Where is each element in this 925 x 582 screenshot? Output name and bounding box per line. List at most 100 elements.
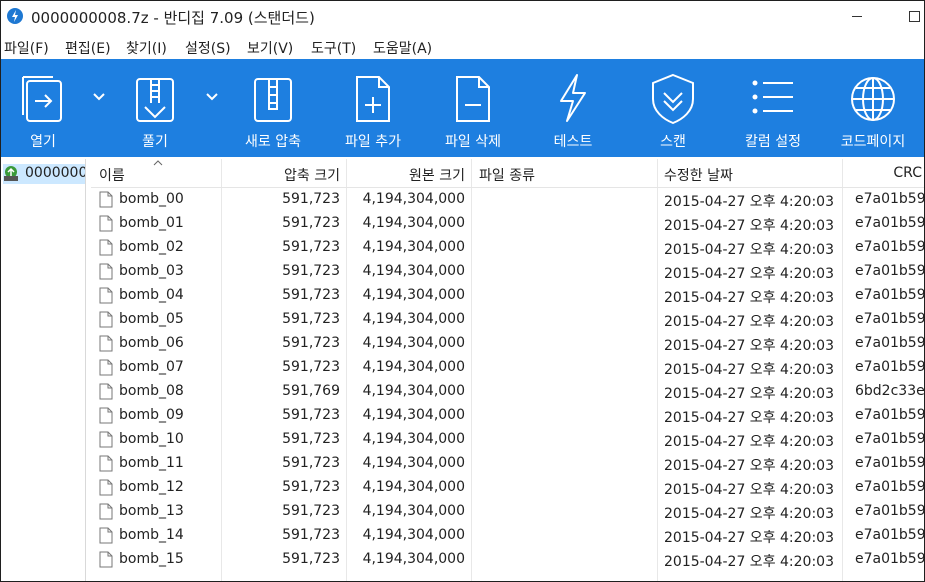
file-original-size: 4,194,304,000: [362, 431, 465, 447]
file-original-size: 4,194,304,000: [362, 503, 465, 519]
file-original-size: 4,194,304,000: [362, 383, 465, 399]
add-file-icon: [356, 76, 390, 122]
delete-file-label: 파일 삭제: [445, 134, 501, 150]
table-row[interactable]: bomb_08 591,769 4,194,304,000 2015-04-27 오후…: [91, 380, 924, 404]
title-bar: 0000000008.7z - 반디집 7.09 (스탠더드): [1, 1, 924, 33]
menu-edit[interactable]: 편집(E): [65, 38, 111, 58]
file-crc: e7a01b59: [855, 191, 924, 207]
file-original-size: 4,194,304,000: [362, 215, 465, 231]
file-crc: e7a01b59: [855, 287, 924, 303]
file-crc: e7a01b59: [855, 551, 924, 567]
minimize-button[interactable]: [837, 1, 877, 33]
window-title: 0000000008.7z - 반디집 7.09 (스탠더드): [31, 9, 315, 27]
file-crc: 6bd2c33e: [855, 383, 924, 399]
codepage-label: 코드페이지: [840, 134, 906, 150]
chevron-down-icon[interactable]: [206, 93, 218, 101]
table-row[interactable]: bomb_12 591,723 4,194,304,000 2015-04-27 오후…: [91, 476, 924, 500]
table-row[interactable]: bomb_06 591,723 4,194,304,000 2015-04-27 오후…: [91, 332, 924, 356]
file-crc: e7a01b59: [855, 359, 924, 375]
tree-item-label: 00000000: [25, 165, 85, 181]
open-button[interactable]: 열기: [1, 59, 85, 157]
table-row[interactable]: bomb_15 591,723 4,194,304,000 2015-04-27 오후…: [91, 548, 924, 572]
menu-help[interactable]: 도움말(A): [373, 38, 432, 58]
file-crc: e7a01b59: [855, 263, 924, 279]
file-modified-date: 2015-04-27 오후 4:20:03: [664, 482, 834, 498]
file-crc: e7a01b59: [855, 479, 924, 495]
column-settings-button[interactable]: 칼럼 설정: [729, 59, 817, 157]
file-modified-date: 2015-04-27 오후 4:20:03: [664, 242, 834, 258]
file-crc: e7a01b59: [855, 407, 924, 423]
file-original-size: 4,194,304,000: [362, 311, 465, 327]
file-modified-date: 2015-04-27 오후 4:20:03: [664, 194, 834, 210]
file-modified-date: 2015-04-27 오후 4:20:03: [664, 290, 834, 306]
maximize-button[interactable]: [881, 1, 921, 33]
file-original-size: 4,194,304,000: [362, 527, 465, 543]
table-row[interactable]: bomb_13 591,723 4,194,304,000 2015-04-27 오후…: [91, 500, 924, 524]
file-original-size: 4,194,304,000: [362, 287, 465, 303]
table-row[interactable]: bomb_10 591,723 4,194,304,000 2015-04-27 오후…: [91, 428, 924, 452]
file-crc: e7a01b59: [855, 503, 924, 519]
column-header-crc[interactable]: CRC: [91, 165, 922, 181]
table-row[interactable]: bomb_00 591,723 4,194,304,000 2015-04-27 오후…: [91, 188, 924, 212]
add-file-label: 파일 추가: [345, 134, 401, 150]
table-row[interactable]: bomb_07 591,723 4,194,304,000 2015-04-27 오후…: [91, 356, 924, 380]
file-modified-date: 2015-04-27 오후 4:20:03: [664, 506, 834, 522]
table-row[interactable]: bomb_05 591,723 4,194,304,000 2015-04-27 오후…: [91, 308, 924, 332]
file-original-size: 4,194,304,000: [362, 239, 465, 255]
column-settings-label: 칼럼 설정: [745, 134, 801, 150]
add-file-button[interactable]: 파일 추가: [329, 59, 417, 157]
scan-button[interactable]: 스캔: [629, 59, 717, 157]
tree-item-root[interactable]: 00000000: [3, 164, 85, 184]
delete-file-button[interactable]: 파일 삭제: [429, 59, 517, 157]
menu-settings[interactable]: 설정(S): [185, 38, 231, 58]
test-label: 테스트: [553, 134, 593, 150]
table-row[interactable]: bomb_01 591,723 4,194,304,000 2015-04-27 오후…: [91, 212, 924, 236]
file-crc: e7a01b59: [855, 215, 924, 231]
new-archive-button[interactable]: 새로 압축: [229, 59, 317, 157]
toolbar: 열기 풀기 새로 압축 파일 추가 파일 삭제 테스트 스캔 칼럼 설정 코드페…: [1, 59, 924, 157]
maximize-icon: [909, 11, 920, 22]
file-original-size: 4,194,304,000: [362, 191, 465, 207]
folder-tree: 00000000: [1, 159, 86, 581]
extract-label: 풀기: [142, 134, 168, 150]
file-modified-date: 2015-04-27 오후 4:20:03: [664, 218, 834, 234]
delete-file-icon: [456, 76, 490, 122]
open-label: 열기: [30, 134, 56, 150]
table-row[interactable]: bomb_09 591,723 4,194,304,000 2015-04-27 오후…: [91, 404, 924, 428]
table-row[interactable]: bomb_14 591,723 4,194,304,000 2015-04-27 오후…: [91, 524, 924, 548]
table-row[interactable]: bomb_04 591,723 4,194,304,000 2015-04-27 오후…: [91, 284, 924, 308]
app-window: 0000000008.7z - 반디집 7.09 (스탠더드) 파일(F) 편집…: [0, 0, 925, 582]
file-original-size: 4,194,304,000: [362, 455, 465, 471]
menu-tools[interactable]: 도구(T): [311, 38, 356, 58]
file-original-size: 4,194,304,000: [362, 551, 465, 567]
test-button[interactable]: 테스트: [529, 59, 617, 157]
file-modified-date: 2015-04-27 오후 4:20:03: [664, 338, 834, 354]
extract-zip-icon: [136, 78, 174, 122]
codepage-button[interactable]: 코드페이지: [829, 59, 919, 157]
file-crc: e7a01b59: [855, 527, 924, 543]
file-original-size: 4,194,304,000: [362, 335, 465, 351]
extract-button[interactable]: 풀기: [113, 59, 197, 157]
table-row[interactable]: bomb_02 591,723 4,194,304,000 2015-04-27 오후…: [91, 236, 924, 260]
file-modified-date: 2015-04-27 오후 4:20:03: [664, 554, 834, 570]
bandizip-logo-icon: [7, 8, 23, 24]
menu-find[interactable]: 찾기(I): [126, 38, 167, 58]
file-list: 이름 압축 크기 원본 크기 파일 종류 수정한 날짜 CRC bomb_00 5…: [91, 159, 924, 581]
columns-list-icon: [752, 80, 793, 114]
menu-view[interactable]: 보기(V): [247, 38, 293, 58]
file-crc: e7a01b59: [855, 431, 924, 447]
table-row[interactable]: bomb_11 591,723 4,194,304,000 2015-04-27 오후…: [91, 452, 924, 476]
file-crc: e7a01b59: [855, 311, 924, 327]
file-modified-date: 2015-04-27 오후 4:20:03: [664, 458, 834, 474]
chevron-down-icon[interactable]: [93, 93, 105, 101]
scan-label: 스캔: [660, 134, 686, 150]
lightning-icon: [560, 74, 586, 122]
table-row[interactable]: bomb_03 591,723 4,194,304,000 2015-04-27 오후…: [91, 260, 924, 284]
file-modified-date: 2015-04-27 오후 4:20:03: [664, 434, 834, 450]
file-modified-date: 2015-04-27 오후 4:20:03: [664, 362, 834, 378]
file-modified-date: 2015-04-27 오후 4:20:03: [664, 314, 834, 330]
new-archive-label: 새로 압축: [245, 134, 301, 150]
menu-file[interactable]: 파일(F): [4, 38, 49, 58]
file-modified-date: 2015-04-27 오후 4:20:03: [664, 410, 834, 426]
list-header: 이름 압축 크기 원본 크기 파일 종류 수정한 날짜 CRC: [91, 159, 924, 188]
